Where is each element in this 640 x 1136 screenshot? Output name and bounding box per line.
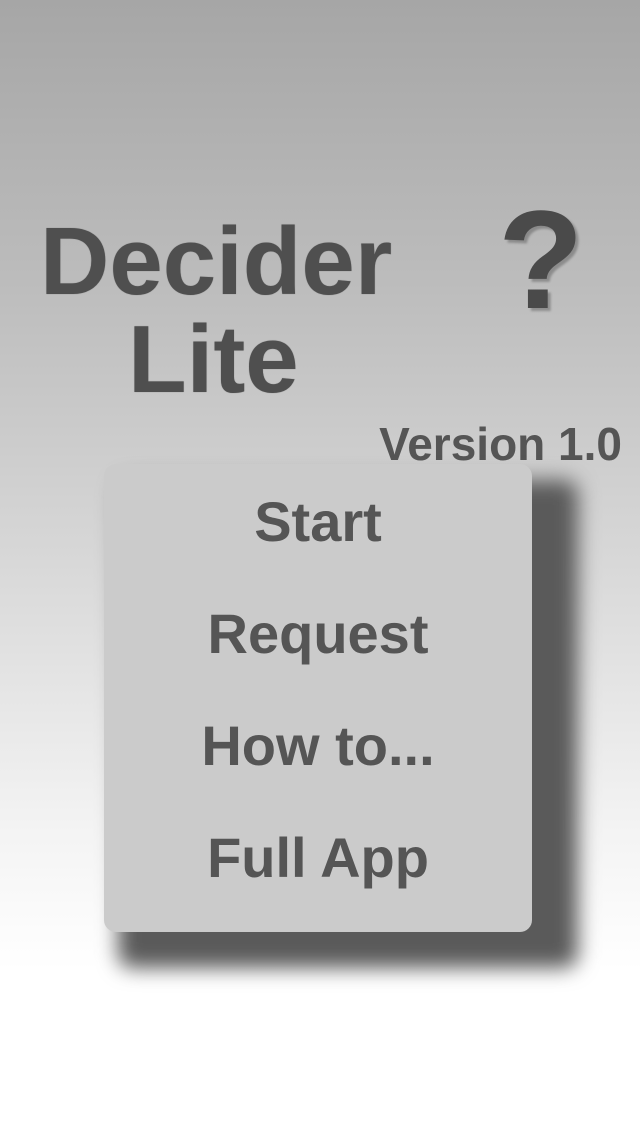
version-label: Version 1.0: [379, 418, 622, 470]
how-to-button[interactable]: How to...: [104, 708, 532, 820]
start-button[interactable]: Start: [104, 484, 532, 596]
full-app-button[interactable]: Full App: [104, 820, 532, 932]
request-button[interactable]: Request: [104, 596, 532, 708]
app-title-line2: Lite: [128, 306, 299, 413]
main-menu: Start Request How to... Full App: [104, 464, 532, 932]
question-mark-icon: ?: [498, 181, 584, 338]
app-title-line1: Decider: [40, 208, 393, 315]
